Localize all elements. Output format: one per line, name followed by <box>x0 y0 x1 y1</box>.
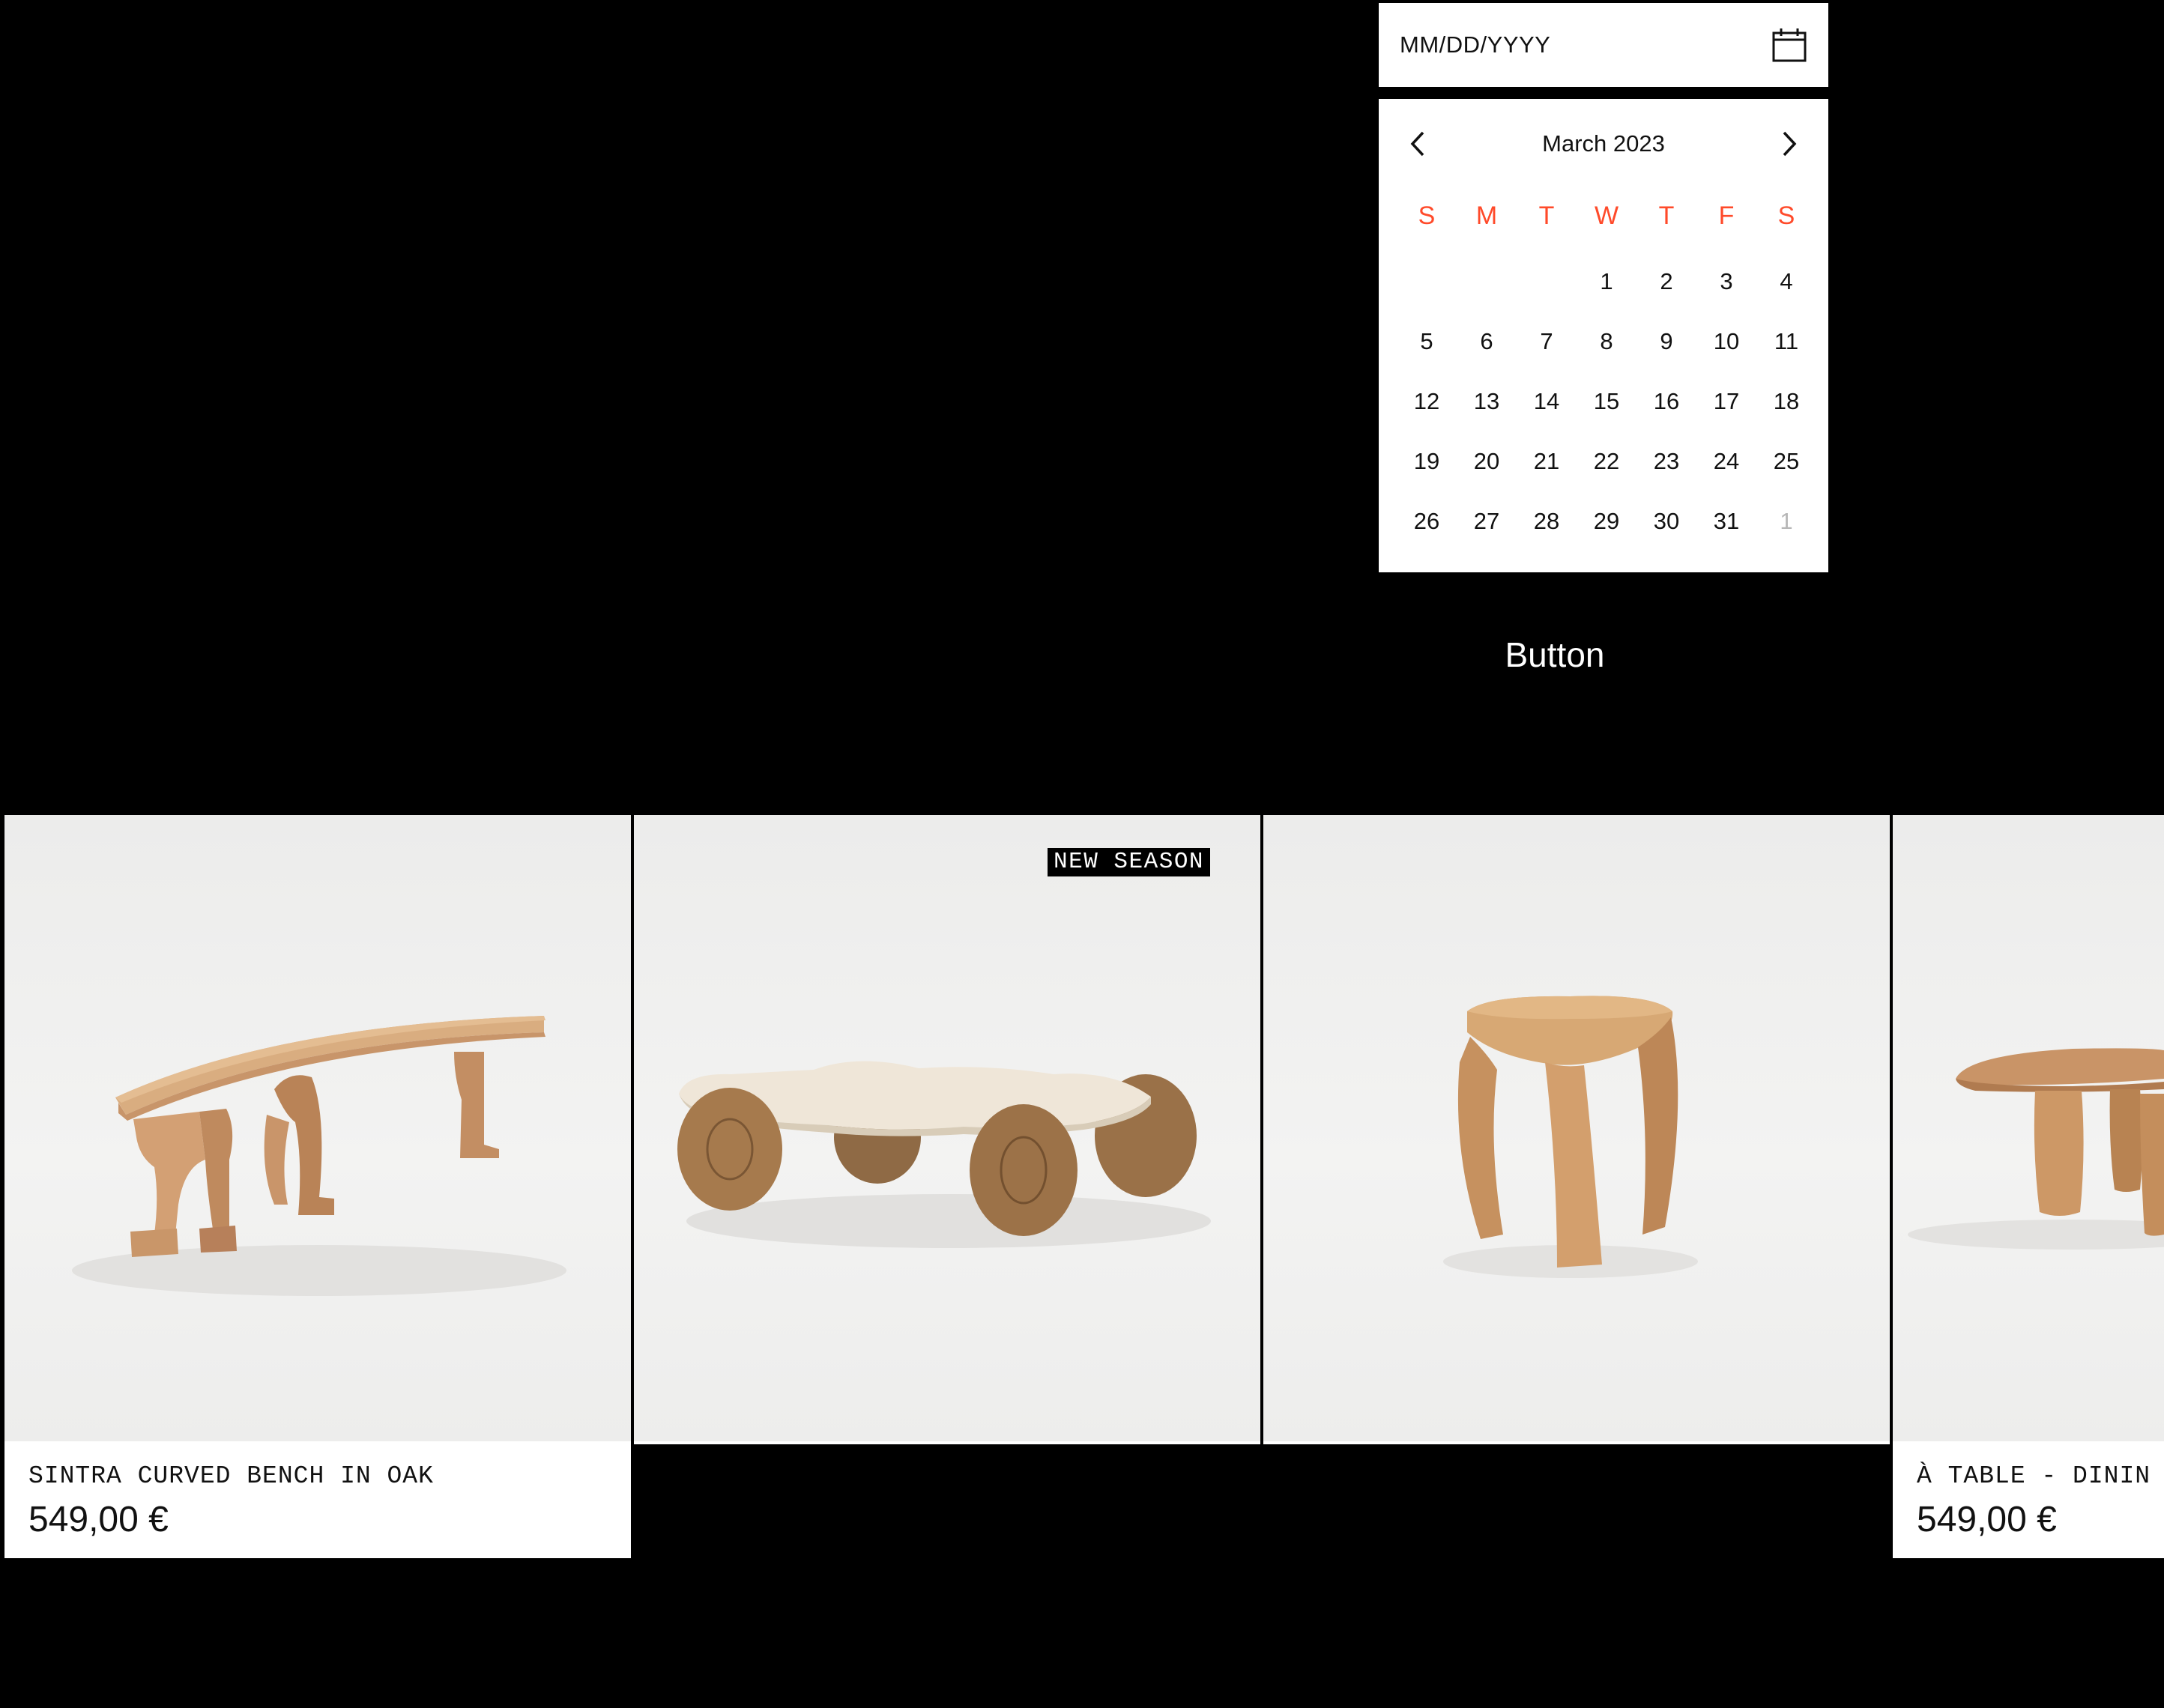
calendar-day[interactable]: 19 <box>1397 431 1457 491</box>
calendar-day[interactable]: 10 <box>1696 312 1756 372</box>
calendar-day[interactable]: 14 <box>1517 372 1577 431</box>
calendar-day[interactable]: 30 <box>1636 491 1696 551</box>
calendar-day[interactable]: 28 <box>1517 491 1577 551</box>
product-image <box>1263 815 1890 1441</box>
calendar-popup: March 2023 S M T W T F S 1 2 3 4 5 6 7 8… <box>1379 99 1828 572</box>
calendar-day[interactable]: 26 <box>1397 491 1457 551</box>
date-input[interactable]: MM/DD/YYYY <box>1379 3 1828 87</box>
weekday-label: S <box>1777 201 1795 230</box>
product-info: SINTRA CURVED BENCH IN OAK 549,00 € <box>4 1441 631 1558</box>
product-image <box>4 815 631 1441</box>
calendar-day-next-month[interactable]: 1 <box>1756 491 1816 551</box>
chevron-left-icon[interactable] <box>1397 123 1439 165</box>
weekday-label: T <box>1538 201 1555 230</box>
date-input-placeholder: MM/DD/YYYY <box>1400 31 1551 58</box>
plain-button[interactable]: Button <box>1469 629 1641 680</box>
product-image <box>1893 815 2164 1441</box>
calendar-day[interactable]: 31 <box>1696 491 1756 551</box>
calendar-day[interactable]: 24 <box>1696 431 1756 491</box>
calendar-day[interactable]: 3 <box>1696 252 1756 312</box>
weekday-label: T <box>1658 201 1675 230</box>
calendar-header: March 2023 <box>1397 99 1810 189</box>
product-price: 549,00 € <box>1917 1500 2057 1539</box>
weekday-label: F <box>1718 201 1735 230</box>
product-card[interactable]: NEW SEASON <box>634 815 1260 1444</box>
calendar-day[interactable]: 20 <box>1457 431 1517 491</box>
weekday-label: W <box>1594 201 1619 230</box>
calendar-day[interactable]: 22 <box>1577 431 1636 491</box>
calendar-icon[interactable] <box>1771 27 1807 63</box>
product-image: NEW SEASON <box>634 815 1260 1441</box>
weekday-label: S <box>1418 201 1436 230</box>
weekday-label: M <box>1475 201 1498 230</box>
calendar-day[interactable]: 29 <box>1577 491 1636 551</box>
calendar-day[interactable]: 21 <box>1517 431 1577 491</box>
calendar-day[interactable]: 9 <box>1636 312 1696 372</box>
calendar-day[interactable]: 4 <box>1756 252 1816 312</box>
calendar-day[interactable]: 7 <box>1517 312 1577 372</box>
calendar-day[interactable]: 18 <box>1756 372 1816 431</box>
month-label: March 2023 <box>1542 130 1665 157</box>
calendar-day[interactable]: 27 <box>1457 491 1517 551</box>
product-info: À TABLE - DININ 549,00 € <box>1893 1441 2164 1558</box>
calendar-day-empty <box>1397 252 1457 312</box>
calendar-day[interactable]: 1 <box>1577 252 1636 312</box>
calendar-day[interactable]: 8 <box>1577 312 1636 372</box>
calendar-day[interactable]: 23 <box>1636 431 1696 491</box>
new-season-badge: NEW SEASON <box>1048 848 1211 876</box>
calendar-day[interactable]: 2 <box>1636 252 1696 312</box>
product-card[interactable]: À TABLE - DININ 549,00 € <box>1893 815 2164 1558</box>
calendar-day-empty <box>1517 252 1577 312</box>
product-price: 549,00 € <box>28 1500 169 1539</box>
calendar-day[interactable]: 13 <box>1457 372 1517 431</box>
chevron-right-icon[interactable] <box>1768 123 1810 165</box>
product-name: SINTRA CURVED BENCH IN OAK <box>28 1462 434 1490</box>
calendar-day[interactable]: 11 <box>1756 312 1816 372</box>
product-card[interactable] <box>1263 815 1890 1444</box>
calendar-day[interactable]: 6 <box>1457 312 1517 372</box>
product-name: À TABLE - DININ <box>1917 1462 2151 1490</box>
calendar-grid: S M T W T F S 1 2 3 4 5 6 7 8 9 10 11 12… <box>1397 189 1810 551</box>
calendar-day[interactable]: 16 <box>1636 372 1696 431</box>
calendar-day[interactable]: 12 <box>1397 372 1457 431</box>
calendar-day[interactable]: 15 <box>1577 372 1636 431</box>
calendar-day[interactable]: 17 <box>1696 372 1756 431</box>
product-card[interactable]: SINTRA CURVED BENCH IN OAK 549,00 € <box>4 815 631 1558</box>
calendar-day[interactable]: 5 <box>1397 312 1457 372</box>
calendar-day-empty <box>1457 252 1517 312</box>
calendar-day[interactable]: 25 <box>1756 431 1816 491</box>
